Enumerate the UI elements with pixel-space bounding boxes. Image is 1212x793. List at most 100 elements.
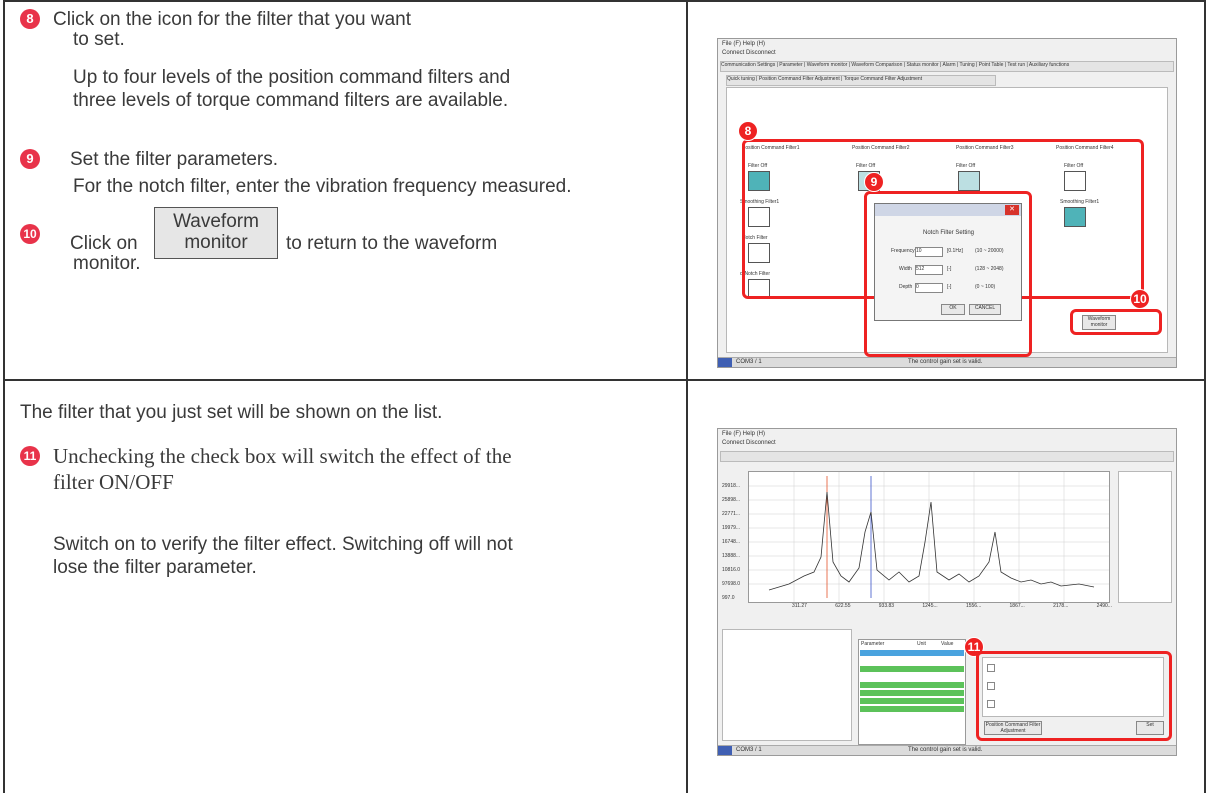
status-indicator [718, 358, 732, 367]
status-port: COM3 / 1 [736, 359, 762, 365]
waveform-monitor-small-button[interactable]: Waveform monitor [1082, 315, 1116, 330]
callout-9: 9 [864, 172, 884, 192]
row-divider [3, 379, 1206, 381]
freq-range: (10 ~ 20000) [975, 248, 1004, 254]
step-8-line3: Up to four levels of the position comman… [73, 67, 511, 88]
dialog-titlebar [875, 204, 1021, 216]
parameter-table: Parameter Unit Value [858, 639, 966, 745]
menu-bar-2: File (F) Help (H) [722, 431, 765, 437]
status-indicator-2 [718, 746, 732, 755]
width-input[interactable]: 512 [915, 265, 943, 275]
step-9-line1: Set the filter parameters. [70, 149, 279, 170]
depth-input[interactable]: 0 [915, 283, 943, 293]
waveform-plot [749, 472, 1109, 602]
x-tick-1: 311.27 [792, 603, 807, 609]
filter-list-panel [982, 657, 1164, 717]
display-list-panel [722, 629, 852, 741]
sub-tabs: Quick tuning | Position Command Filter A… [726, 75, 996, 86]
menu-bar: File (F) Help (H) [722, 41, 765, 47]
y-tick-1: 29918... [722, 483, 741, 489]
width-range: (128 ~ 2048) [975, 266, 1004, 272]
step-9-line2: For the notch filter, enter the vibratio… [73, 176, 572, 197]
screenshot-waveform-monitor: File (F) Help (H) Connect Disconnect 299 [717, 428, 1177, 756]
column-divider [686, 0, 688, 793]
step-9-badge: 9 [20, 149, 40, 169]
waveform-graph [748, 471, 1110, 603]
step-11-line2: filter ON/OFF [53, 470, 174, 494]
x-tick-7: 2178... [1053, 603, 1069, 609]
y-tick-5: 16748... [722, 539, 741, 545]
waveform-monitor-button-line1: Waveform [173, 211, 259, 232]
y-tick-6: 13888... [722, 553, 741, 559]
param-row-highlight[interactable] [860, 650, 964, 656]
dialog-cancel-button[interactable]: CANCEL [969, 304, 1001, 315]
waveform-monitor-button[interactable]: Waveform monitor [154, 207, 278, 259]
param-header-parameter: Parameter [861, 641, 885, 647]
filter-checkbox-1[interactable] [987, 664, 995, 672]
waveform-monitor-button-line2: monitor [184, 232, 248, 253]
right-values-panel [1118, 471, 1172, 603]
x-tick-8: 2490... [1096, 603, 1112, 609]
y-tick-2: 25898... [722, 497, 741, 503]
depth-unit: [-] [947, 284, 952, 290]
y-tick-7: 10816.0 [722, 567, 741, 573]
param-header-unit: Unit [917, 641, 926, 647]
width-label: Width [899, 266, 912, 272]
position-filter-adjust-button[interactable]: Position Command Filter Adjustment [984, 721, 1042, 735]
callout-10: 10 [1130, 289, 1150, 309]
step-11-badge: 11 [20, 446, 40, 466]
x-axis-ticks: 311.27 622.55 933.83 1245... 1556... 186… [792, 603, 1112, 609]
param-row-green-5[interactable] [860, 706, 964, 712]
x-tick-4: 1245... [922, 603, 938, 609]
table-border-left [3, 0, 5, 793]
y-tick-4: 19979... [722, 525, 741, 531]
note-line2: lose the filter parameter. [53, 557, 257, 578]
freq-input[interactable]: 10 [915, 247, 943, 257]
main-tabs: Communication Settings | Parameter | Wav… [720, 61, 1174, 72]
width-unit: [-] [947, 266, 952, 272]
status-port-2: COM3 / 1 [736, 747, 762, 753]
freq-label: Frequency [891, 248, 915, 254]
y-tick-3: 22771... [722, 511, 741, 517]
status-bar-2: COM3 / 1 The control gain set is valid. [718, 745, 1176, 755]
param-row-green-1[interactable] [860, 666, 964, 672]
dialog-ok-button[interactable]: OK [941, 304, 965, 315]
step-8-line4: three levels of torque command filters a… [73, 90, 509, 111]
param-header-value: Value [941, 641, 954, 647]
table-border-right [1204, 0, 1206, 793]
section2-intro: The filter that you just set will be sho… [20, 402, 443, 423]
note-line1: Switch on to verify the filter effect. S… [53, 534, 513, 555]
x-tick-5: 1556... [965, 603, 982, 609]
freq-unit: [0.1Hz] [947, 248, 963, 254]
param-row-green-2[interactable] [860, 682, 964, 688]
y-tick-8: 97698.0 [722, 581, 741, 587]
step-10-prefix: Click on [70, 233, 138, 254]
connect-bar: Connect Disconnect [722, 50, 776, 56]
y-tick-9: 997.0 [722, 595, 735, 601]
step-8-badge: 8 [20, 9, 40, 29]
table-border-top [3, 0, 1206, 2]
filter-checkbox-3[interactable] [987, 700, 995, 708]
dialog-title: Notch Filter Setting [923, 230, 975, 236]
main-tabs-2 [720, 451, 1174, 462]
x-tick-6: 1867... [1009, 603, 1025, 609]
instruction-table: 8 Click on the icon for the filter that … [3, 0, 1206, 793]
x-tick-2: 622.55 [835, 603, 851, 609]
x-tick-3: 933.83 [878, 603, 895, 609]
step-8-line2: to set. [73, 29, 125, 50]
dialog-close-icon[interactable]: ✕ [1005, 205, 1019, 215]
connect-bar-2: Connect Disconnect [722, 440, 776, 446]
step-8-line1: Click on the icon for the filter that yo… [53, 9, 412, 30]
set-button[interactable]: Set [1136, 721, 1164, 735]
status-bar: COM3 / 1 The control gain set is valid. [718, 357, 1176, 367]
callout-8: 8 [738, 121, 758, 141]
depth-range: (0 ~ 100) [975, 284, 996, 290]
step-10-badge: 10 [20, 224, 40, 244]
param-row-green-4[interactable] [860, 698, 964, 704]
step-11-line1: Unchecking the check box will switch the… [53, 444, 512, 468]
step-10-suffix: to return to the waveform [286, 233, 498, 254]
depth-label: Depth [899, 284, 913, 290]
status-message: The control gain set is valid. [908, 359, 983, 365]
filter-checkbox-2[interactable] [987, 682, 995, 690]
param-row-green-3[interactable] [860, 690, 964, 696]
